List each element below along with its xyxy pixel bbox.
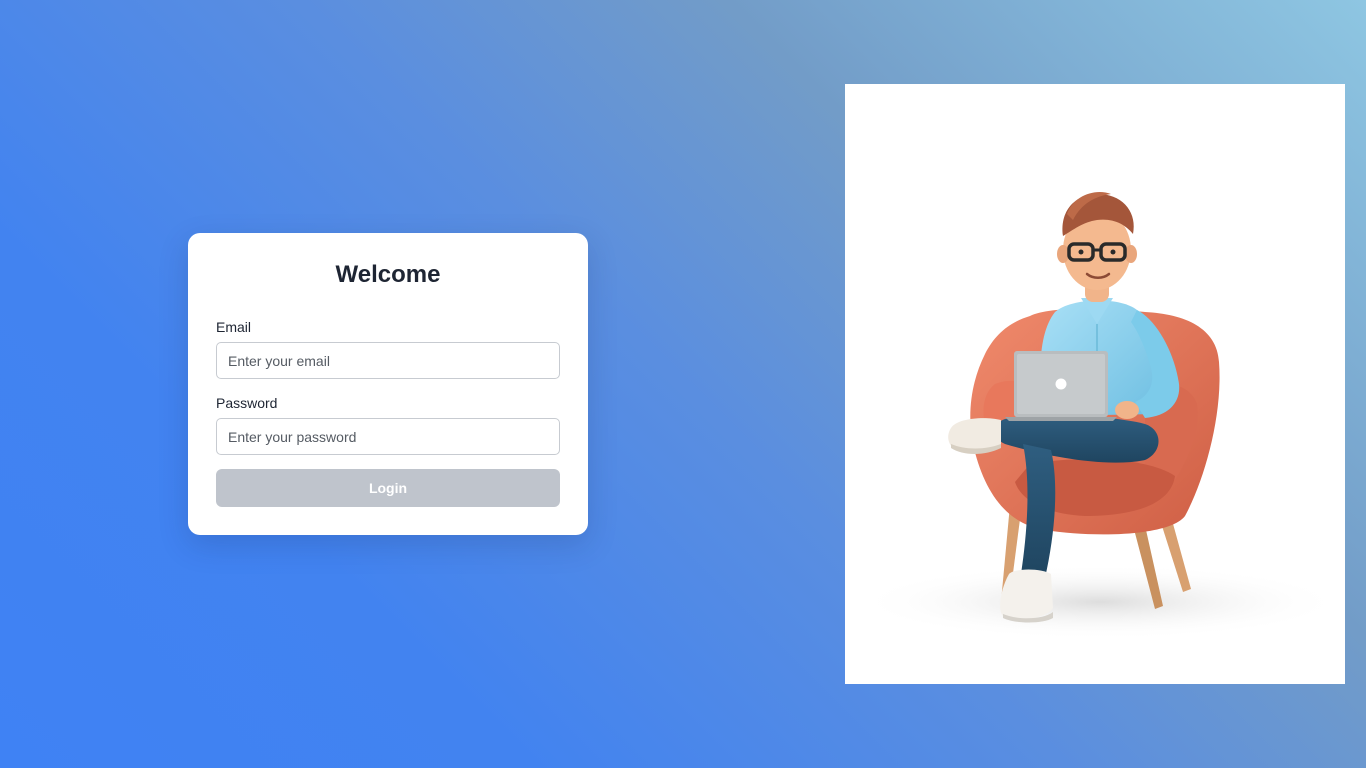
- floor-shadow: [855, 564, 1345, 640]
- login-title: Welcome: [335, 261, 441, 288]
- email-input[interactable]: [216, 342, 560, 379]
- illustration-panel: [845, 84, 1345, 684]
- password-input[interactable]: [216, 418, 560, 455]
- login-card: Welcome Email Password Login: [188, 233, 588, 535]
- login-button[interactable]: Login: [216, 469, 560, 507]
- password-label: Password: [216, 395, 278, 411]
- hand: [1115, 401, 1139, 419]
- person-with-laptop-illustration: [855, 192, 1345, 640]
- laptop: [1005, 351, 1117, 421]
- person-head: [1057, 192, 1137, 290]
- email-label: Email: [216, 319, 252, 335]
